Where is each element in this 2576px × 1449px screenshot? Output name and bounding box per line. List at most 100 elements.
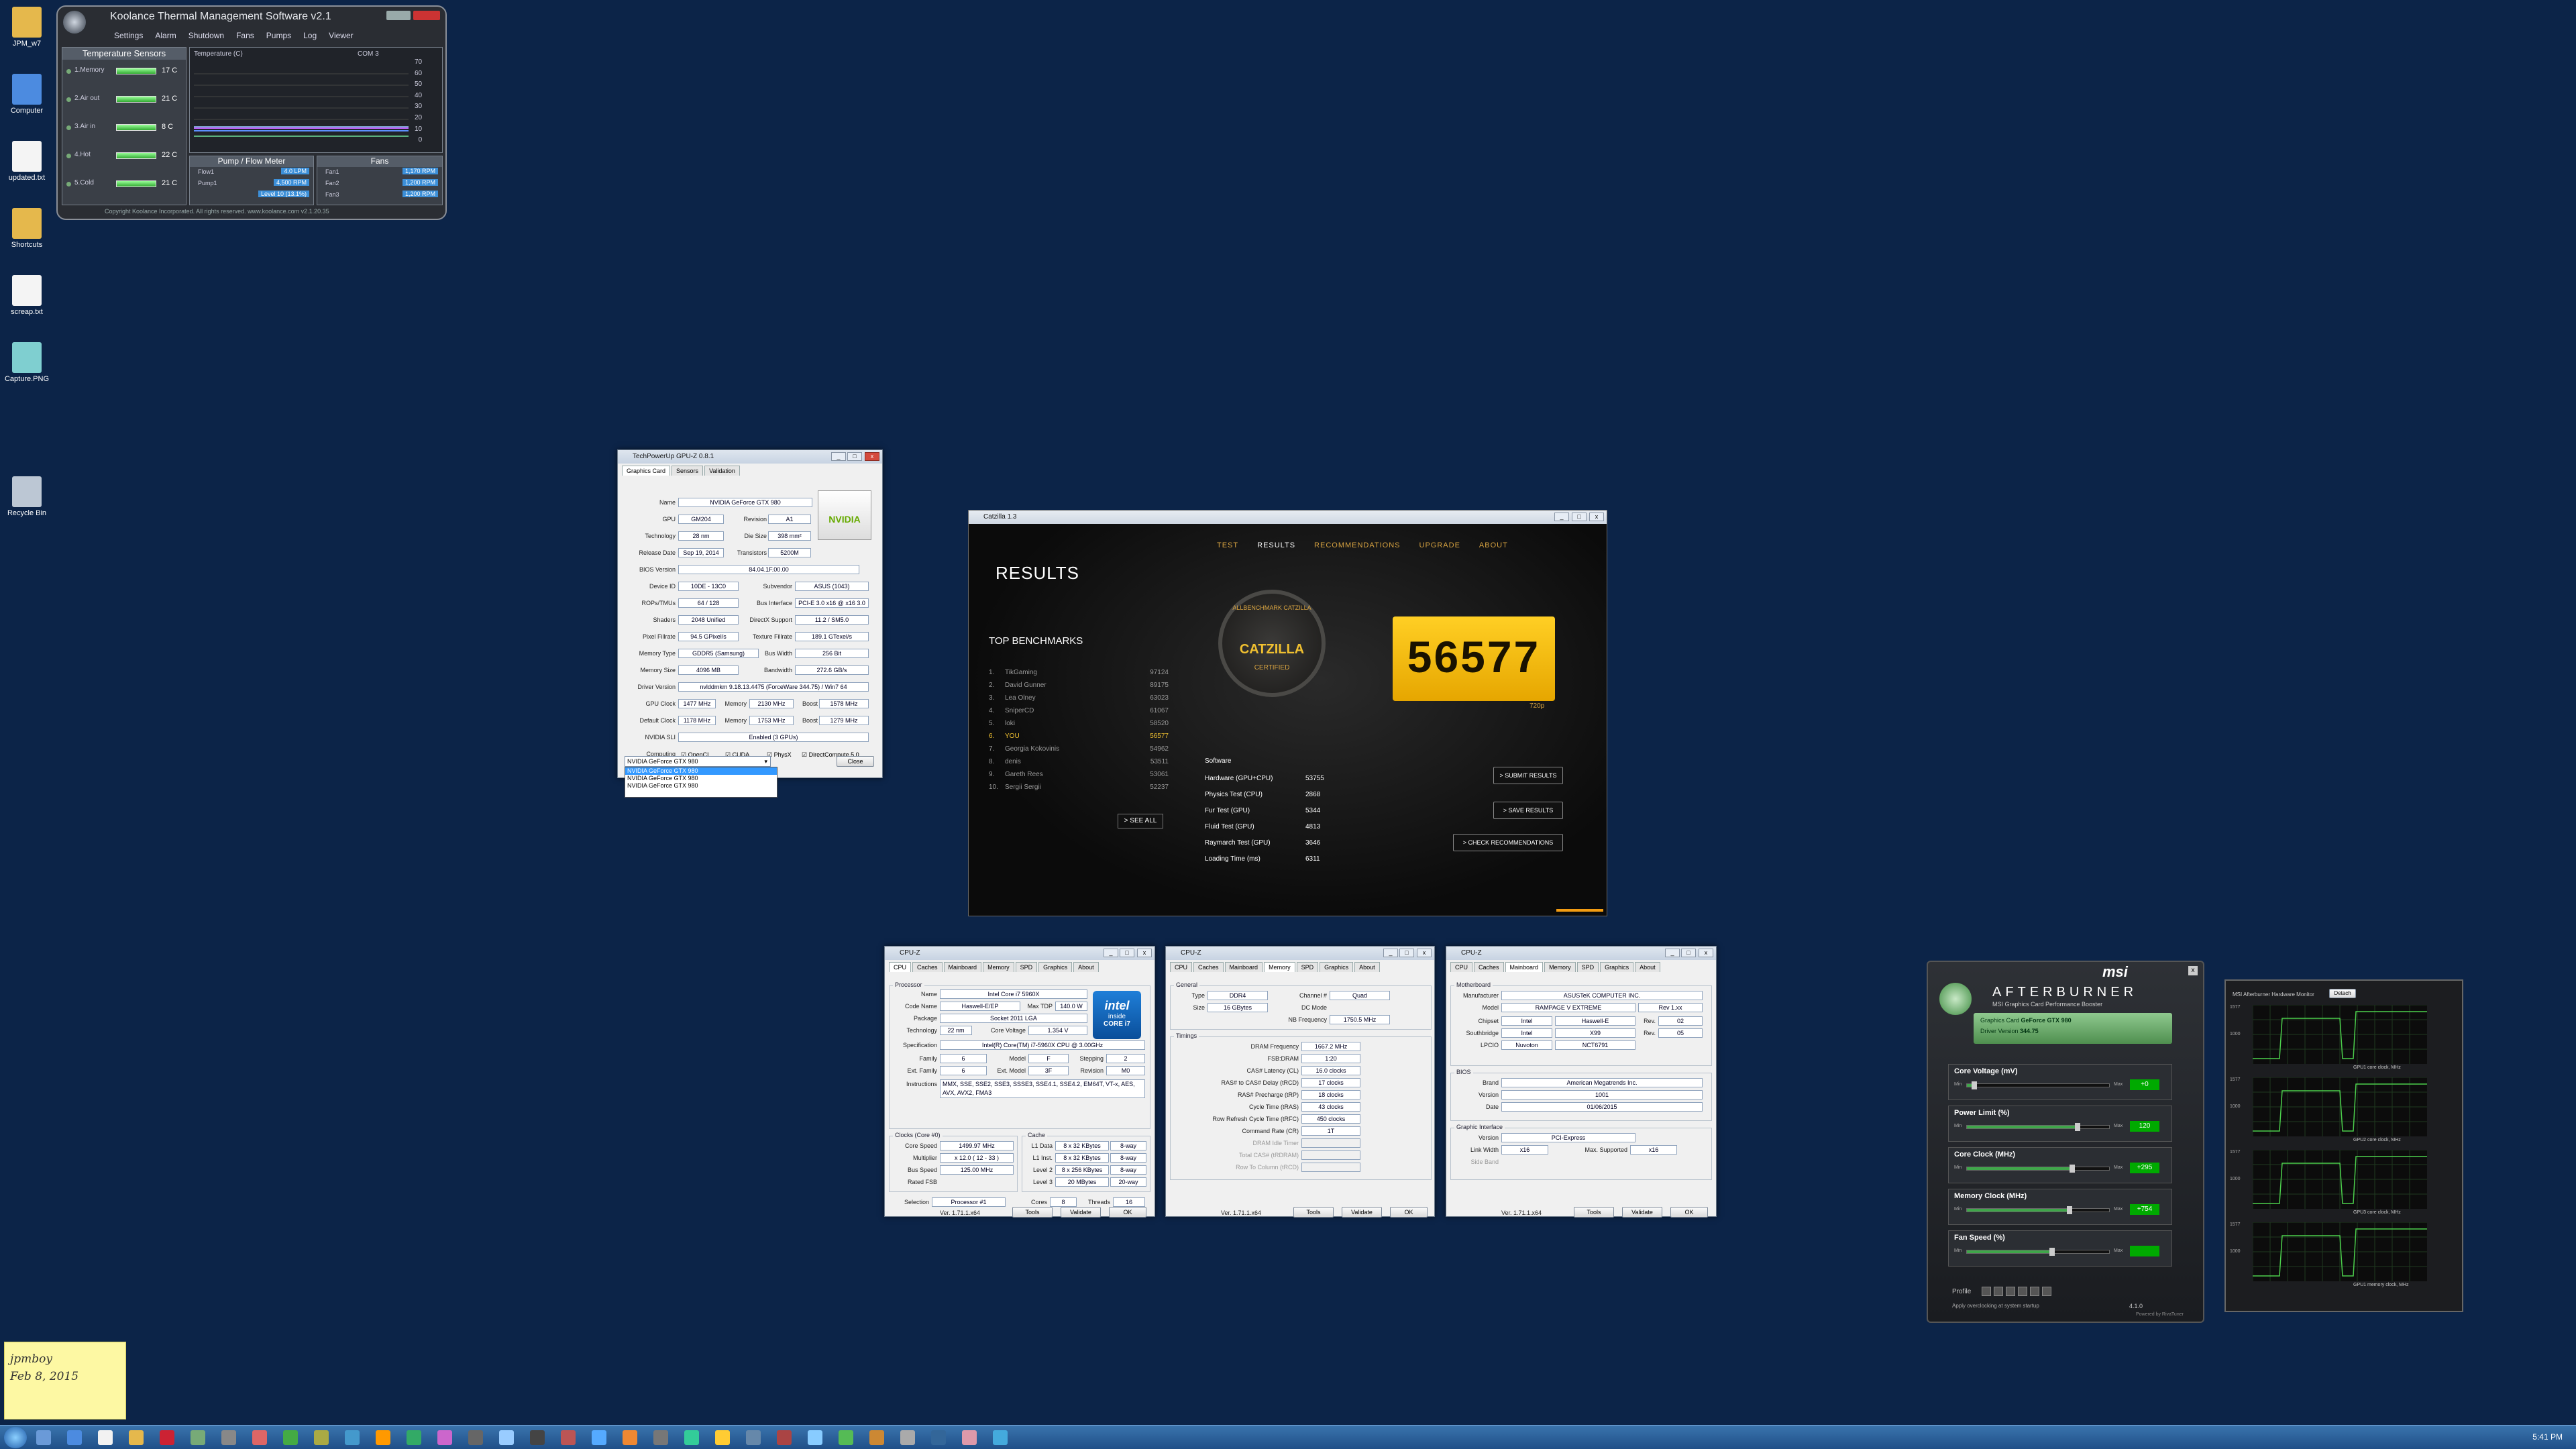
tab[interactable]: Memory [983,962,1014,972]
tab[interactable]: Memory [1544,962,1576,972]
desktop-icon[interactable]: JPM_w7 [0,7,54,48]
detach-button[interactable]: Detach [2329,989,2356,998]
tab[interactable]: Graphics Card [622,466,671,476]
save-results-button[interactable]: > SAVE RESULTS [1493,802,1563,819]
gpuz-minimize-button[interactable]: _ [831,452,846,461]
cpuz1-minimize-button[interactable]: _ [1104,949,1118,957]
profile-button[interactable] [2042,1287,2051,1296]
tab[interactable]: About [1635,962,1660,972]
taskbar-app-icon[interactable] [962,1430,977,1445]
tab[interactable]: SPD [1576,962,1599,972]
slider-track[interactable] [1966,1206,2110,1214]
desktop-icon[interactable]: Shortcuts [0,208,54,249]
slider-track[interactable] [1966,1248,2110,1256]
taskbar-app-icon[interactable] [160,1430,174,1445]
catzilla-nav-results[interactable]: RESULTS [1257,541,1295,549]
taskbar-app-icon[interactable] [98,1430,113,1445]
taskbar-app-icon[interactable] [993,1430,1008,1445]
catzilla-nav-test[interactable]: TEST [1217,541,1238,549]
validate-button[interactable]: Validate [1342,1207,1382,1218]
tab[interactable]: CPU [1450,962,1473,972]
catzilla-nav-upgrade[interactable]: UPGRADE [1419,541,1460,549]
tab[interactable]: Validation [704,466,740,476]
tab[interactable]: SPD [1296,962,1319,972]
koolance-close-button[interactable] [413,11,440,20]
koolance-window[interactable]: Koolance Thermal Management Software v2.… [56,5,447,220]
tools-button[interactable]: Tools [1012,1207,1053,1218]
catzilla-nav-about[interactable]: ABOUT [1479,541,1508,549]
sticky-note[interactable]: jpmboy Feb 8, 2015 [4,1342,126,1419]
koolance-minimize-button[interactable] [386,11,411,20]
profile-button[interactable] [2006,1287,2015,1296]
taskbar-app-icon[interactable] [221,1430,236,1445]
taskbar-app-icon[interactable] [808,1430,822,1445]
koolance-menu-item[interactable]: Alarm [155,31,176,40]
taskbar-app-icon[interactable] [345,1430,360,1445]
desktop-icon[interactable]: Capture.PNG [0,342,54,383]
tab[interactable]: Mainboard [1224,962,1263,972]
slider-handle[interactable] [1971,1081,1977,1089]
koolance-menu-item[interactable]: Shutdown [189,31,224,40]
slider-handle[interactable] [2066,1206,2072,1214]
submit-results-button[interactable]: > SUBMIT RESULTS [1493,767,1563,784]
profile-button[interactable] [1982,1287,1991,1296]
taskbar-app-icon[interactable] [684,1430,699,1445]
profile-button[interactable] [2030,1287,2039,1296]
taskbar-app-icon[interactable] [900,1430,915,1445]
gpuz-window[interactable]: TechPowerUp GPU-Z 0.8.1 _ □ x Graphics C… [617,449,883,798]
tab[interactable]: Caches [1193,962,1224,972]
slider-handle[interactable] [2069,1165,2075,1173]
taskbar-app-icon[interactable] [653,1430,668,1445]
tab[interactable]: Memory [1264,962,1295,972]
catzilla-window[interactable]: Catzilla 1.3 _ □ x TEST RESULTS RECOMMENDA… [968,510,1607,916]
taskbar-app-icon[interactable] [191,1430,205,1445]
taskbar-app-icon[interactable] [376,1430,390,1445]
taskbar-app-icon[interactable] [715,1430,730,1445]
cpuz2-minimize-button[interactable]: _ [1383,949,1398,957]
ok-button[interactable]: OK [1670,1207,1708,1218]
validate-button[interactable]: Validate [1622,1207,1662,1218]
see-all-button[interactable]: > SEE ALL [1118,814,1163,828]
profile-button[interactable] [2018,1287,2027,1296]
taskbar-app-icon[interactable] [499,1430,514,1445]
check-recommendations-button[interactable]: > CHECK RECOMMENDATIONS [1453,834,1563,851]
taskbar-app-icon[interactable] [592,1430,606,1445]
tab[interactable]: Caches [912,962,943,972]
catzilla-close-button[interactable]: x [1589,513,1604,521]
catzilla-titlebar[interactable]: Catzilla 1.3 _ □ x [969,511,1607,524]
tab[interactable]: CPU [889,962,912,972]
tab[interactable]: Sensors [672,466,704,476]
cpuz3-close-button[interactable]: x [1699,949,1713,957]
taskbar-app-icon[interactable] [839,1430,853,1445]
koolance-menu-item[interactable]: Fans [236,31,254,40]
cpuz-memory-window[interactable]: CPU-Z _ □ x CPU Caches Mainboard Memory SPD G… [1165,946,1435,1218]
catzilla-maximize-button[interactable]: □ [1572,513,1587,521]
taskbar-app-icon[interactable] [530,1430,545,1445]
slider-track[interactable] [1966,1165,2110,1173]
cpuz3-titlebar[interactable]: CPU-Z _ □ x [1446,947,1716,960]
catzilla-minimize-button[interactable]: _ [1554,513,1569,521]
tab[interactable]: Mainboard [1505,962,1544,972]
taskbar-app-icon[interactable] [437,1430,452,1445]
cpuz1-close-button[interactable]: x [1137,949,1152,957]
afterburner-close-button[interactable]: x [2188,966,2198,975]
taskbar-app-icon[interactable] [283,1430,298,1445]
slider-handle[interactable] [2049,1248,2055,1256]
cpuz2-titlebar[interactable]: CPU-Z _ □ x [1166,947,1434,960]
koolance-menu-item[interactable]: Log [303,31,317,40]
koolance-menu-item[interactable]: Viewer [329,31,353,40]
catzilla-nav-recommendations[interactable]: RECOMMENDATIONS [1314,541,1400,549]
taskbar-app-icon[interactable] [746,1430,761,1445]
tab[interactable]: Graphics [1600,962,1634,972]
slider-track[interactable] [1966,1081,2110,1089]
tab[interactable]: SPD [1015,962,1038,972]
taskbar-app-icon[interactable] [252,1430,267,1445]
gpuz-maximize-button[interactable]: □ [847,452,862,461]
gpu-option-1[interactable]: NVIDIA GeForce GTX 980 [625,767,777,775]
tab[interactable]: About [1073,962,1099,972]
taskbar-app-icon[interactable] [314,1430,329,1445]
tab[interactable]: Graphics [1320,962,1354,972]
hardware-monitor-window[interactable]: MSI Afterburner Hardware Monitor Detach … [2224,979,2463,1312]
taskbar-app-icon[interactable] [623,1430,637,1445]
afterburner-window[interactable]: msi x AFTERBURNER MSI Graphics Card Perf… [1927,961,2204,1323]
